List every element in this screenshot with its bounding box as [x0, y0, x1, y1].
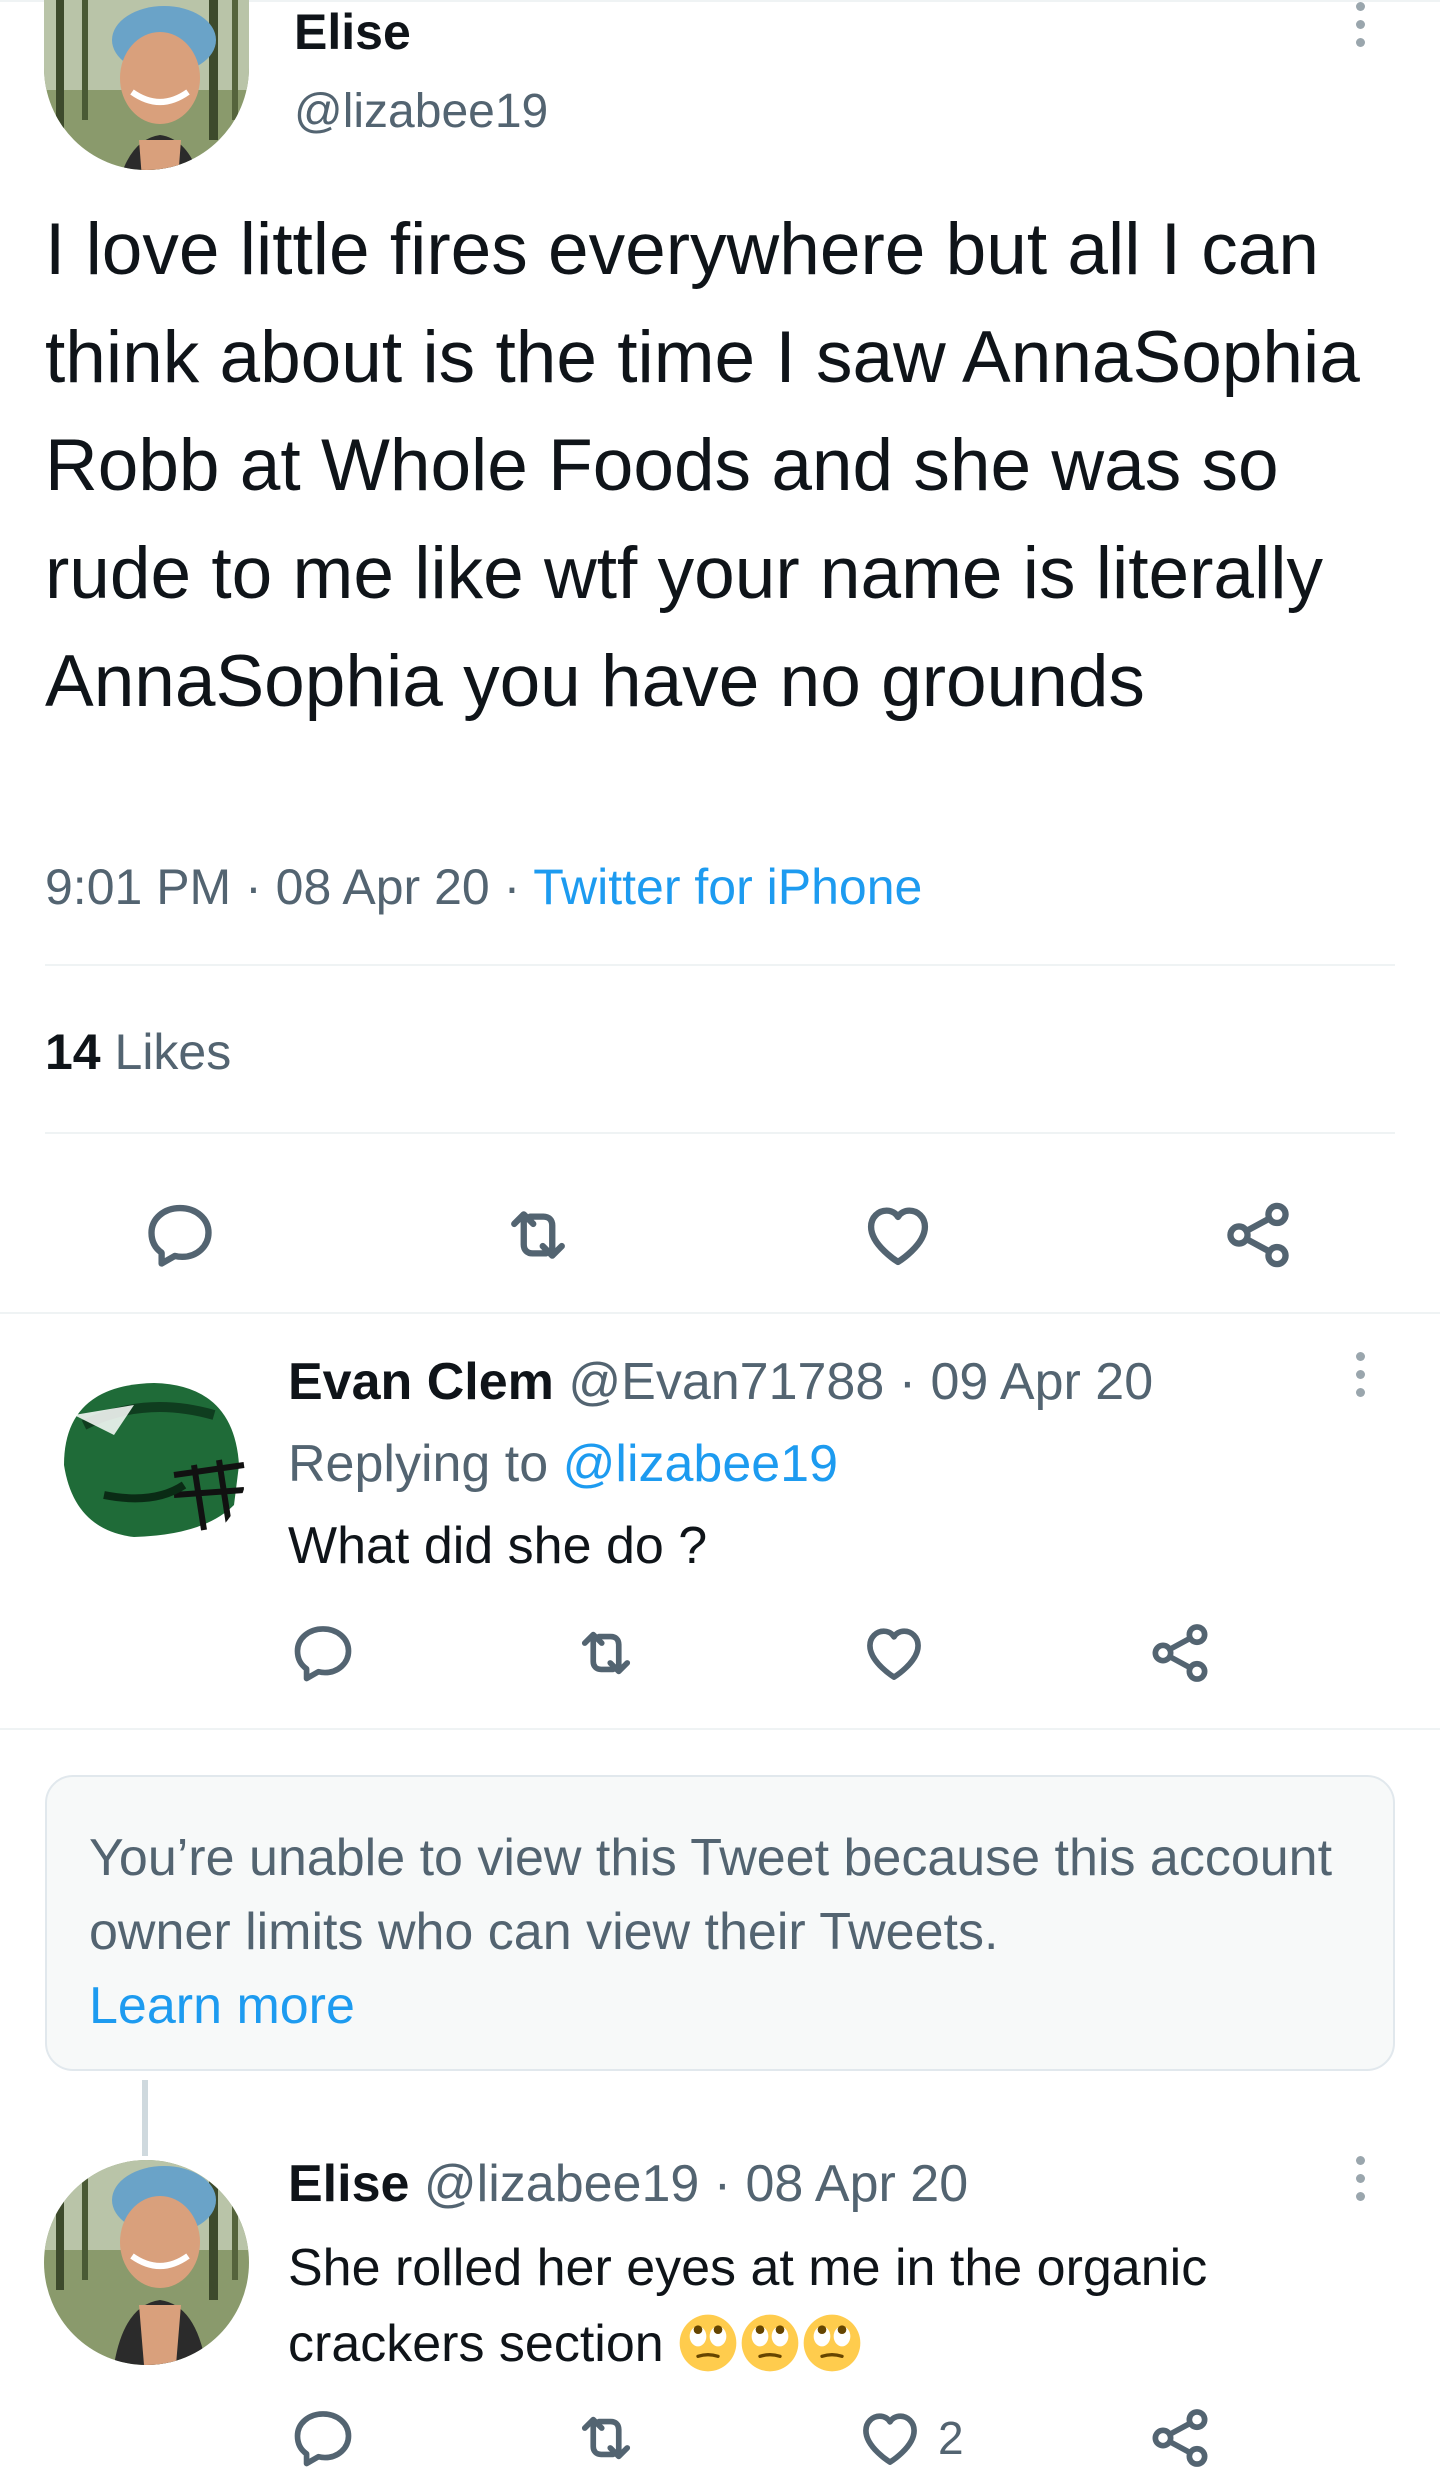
heart-icon — [860, 1197, 936, 1273]
author-handle[interactable]: @lizabee19 — [294, 82, 548, 142]
retweet-icon — [500, 1197, 576, 1273]
reply-button[interactable] — [285, 2400, 361, 2476]
replying-label: Replying to — [288, 1435, 563, 1493]
divider — [0, 1728, 1440, 1730]
reply-text: What did she do ? — [288, 1517, 708, 1575]
thread-line — [142, 2080, 148, 2156]
retweet-icon — [572, 1619, 640, 1687]
retweet-icon — [572, 2404, 640, 2472]
author-handle[interactable]: @Evan71788 — [568, 1353, 884, 1411]
meta-separator: · — [231, 859, 276, 915]
divider — [0, 1312, 1440, 1314]
more-icon[interactable] — [1352, 2156, 1368, 2201]
tweet-time[interactable]: 9:01 PM — [45, 859, 231, 915]
avatar[interactable] — [44, 2160, 249, 2365]
share-button[interactable] — [1142, 1615, 1218, 1691]
avatar[interactable] — [44, 0, 249, 170]
learn-more-link[interactable]: Learn more — [89, 1969, 1351, 2043]
rolling-eyes-emoji-icon — [741, 2314, 799, 2372]
author-name[interactable]: Elise — [294, 2, 411, 62]
replying-to: Replying to @lizabee19 — [288, 1430, 838, 1498]
unavailable-message: You’re unable to view this Tweet because… — [89, 1829, 1333, 1961]
avatar-helmet-logo — [44, 1355, 249, 1560]
reply-header: Evan Clem @Evan71788 · 09 Apr 20 — [288, 1348, 1153, 1416]
reply-icon — [289, 2404, 357, 2472]
share-button[interactable] — [1142, 2400, 1218, 2476]
share-icon — [1146, 2404, 1214, 2472]
unavailable-tweet-notice: You’re unable to view this Tweet because… — [45, 1775, 1395, 2071]
reply-date[interactable]: 08 Apr 20 — [746, 2155, 969, 2213]
share-button[interactable] — [1218, 1195, 1298, 1275]
divider — [45, 964, 1395, 966]
rolling-eyes-emoji-icon — [803, 2314, 861, 2372]
share-icon — [1220, 1197, 1296, 1273]
likes-count: 14 — [45, 1024, 101, 1080]
rolling-eyes-emoji-icon — [679, 2314, 737, 2372]
heart-icon — [856, 2404, 924, 2472]
reply-text: She rolled her eyes at me in the organic… — [288, 2230, 1408, 2382]
reply-header: Elise @lizabee19 · 08 Apr 20 — [288, 2150, 968, 2218]
divider — [45, 1132, 1395, 1134]
meta-separator: · — [699, 2155, 746, 2213]
author-handle[interactable]: @lizabee19 — [424, 2155, 699, 2213]
heart-icon — [860, 1619, 928, 1687]
reply-button[interactable] — [140, 1195, 220, 1275]
retweet-button[interactable] — [568, 1615, 644, 1691]
tweet-meta: 9:01 PM · 08 Apr 20 · Twitter for iPhone — [45, 852, 922, 922]
reply-date[interactable]: 09 Apr 20 — [930, 1353, 1153, 1411]
tweet-text: I love little fires everywhere but all I… — [45, 209, 1360, 722]
tweet-source[interactable]: Twitter for iPhone — [533, 859, 922, 915]
avatar[interactable] — [44, 1355, 249, 1560]
reply-button[interactable] — [285, 1615, 361, 1691]
reply-icon — [142, 1197, 218, 1273]
avatar-photo — [44, 2160, 249, 2365]
share-icon — [1146, 1619, 1214, 1687]
likes-label: Likes — [100, 1024, 232, 1080]
retweet-button[interactable] — [498, 1195, 578, 1275]
like-count: 2 — [938, 2412, 964, 2464]
like-button[interactable] — [858, 1195, 938, 1275]
meta-separator: · — [884, 1353, 931, 1411]
avatar-photo — [44, 0, 249, 170]
replying-mention[interactable]: @lizabee19 — [563, 1435, 838, 1493]
reply-icon — [289, 1619, 357, 1687]
more-icon[interactable] — [1352, 1352, 1368, 1397]
like-button[interactable]: 2 — [856, 2400, 964, 2476]
author-name[interactable]: Evan Clem — [288, 1353, 554, 1411]
more-icon[interactable] — [1352, 2, 1368, 47]
retweet-button[interactable] — [568, 2400, 644, 2476]
like-button[interactable] — [856, 1615, 932, 1691]
meta-separator: · — [489, 859, 534, 915]
tweet-date[interactable]: 08 Apr 20 — [276, 859, 490, 915]
likes-stat[interactable]: 14 Likes — [45, 1020, 231, 1084]
author-name[interactable]: Elise — [288, 2155, 409, 2213]
